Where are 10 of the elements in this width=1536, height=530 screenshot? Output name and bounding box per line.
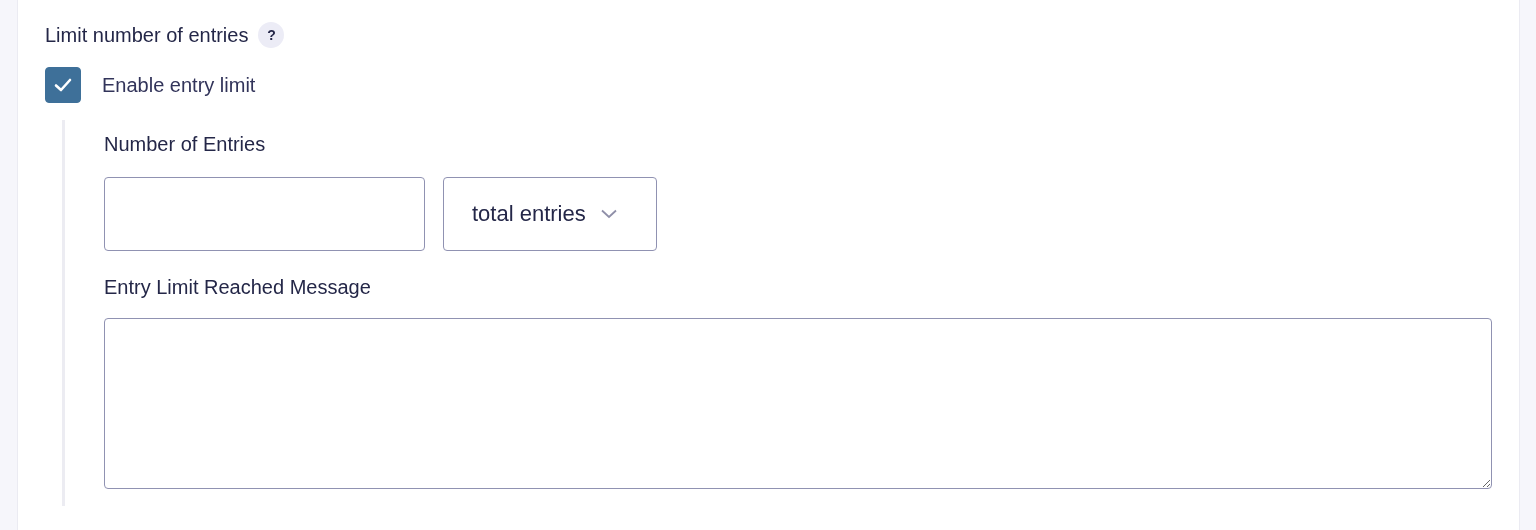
check-icon: [54, 78, 72, 92]
help-badge[interactable]: ?: [258, 22, 285, 48]
section-title: Limit number of entries: [45, 23, 249, 47]
period-select[interactable]: total entries: [443, 177, 657, 251]
checkbox-label: Enable entry limit: [102, 73, 256, 97]
number-input-field[interactable]: [104, 177, 425, 251]
checkbox[interactable]: [45, 67, 81, 103]
chevron-down-icon: [599, 209, 618, 219]
field-label: Number of Entries: [104, 132, 267, 156]
field-label: Entry Limit Reached Message: [104, 275, 372, 299]
